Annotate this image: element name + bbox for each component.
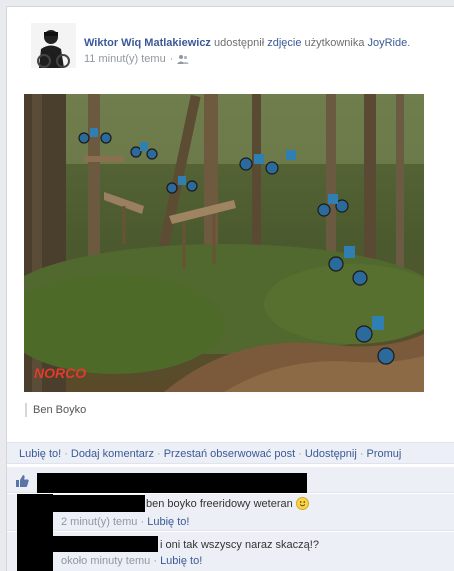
like-link[interactable]: Lubię to! xyxy=(19,448,61,460)
comment-item: ben boyko freeridowy weteran 2 minut(y) … xyxy=(7,494,454,534)
action-separator: · xyxy=(64,448,68,460)
meta-separator: · xyxy=(169,53,174,65)
add-comment-link[interactable]: Dodaj komentarz xyxy=(71,448,154,460)
story-meta: 11 minut(y) temu · xyxy=(84,53,190,65)
photo-caption: Ben Boyko xyxy=(33,404,87,416)
comment-like-link[interactable]: Lubię to! xyxy=(160,555,202,567)
header-period: . xyxy=(407,37,411,49)
comment-text: ben boyko freeridowy weteran xyxy=(146,498,293,510)
author-name-link[interactable]: Wiktor Wiq Matlakiewicz xyxy=(84,37,211,49)
redacted-commenter-avatar xyxy=(17,532,53,571)
friends-audience-icon[interactable] xyxy=(177,54,190,64)
comment-meta-separator: · xyxy=(153,555,157,567)
shared-text: udostępnił xyxy=(214,37,265,49)
likes-summary xyxy=(7,467,454,493)
redacted-likers xyxy=(37,473,307,493)
comment-meta-separator: · xyxy=(140,516,145,528)
action-separator: · xyxy=(157,448,161,460)
redacted-commenter-name xyxy=(53,495,145,512)
shared-photo[interactable]: NORCO xyxy=(24,94,424,392)
thumbs-up-icon xyxy=(16,474,29,487)
share-link[interactable]: Udostępnij xyxy=(305,448,357,460)
promote-link[interactable]: Promuj xyxy=(366,448,401,460)
action-separator: · xyxy=(359,448,364,460)
feed-story: Wiktor Wiq Matlakiewicz udostępnił zdjęc… xyxy=(6,6,454,571)
comment-body: ben boyko freeridowy weteran xyxy=(146,497,309,510)
source-page-link[interactable]: JoyRide xyxy=(367,37,407,49)
smiley-icon xyxy=(295,497,309,510)
comment-meta: około minuty temu · Lubię to! xyxy=(61,555,202,567)
caption-bar xyxy=(25,403,27,417)
author-avatar[interactable] xyxy=(31,23,76,68)
redacted-commenter-name xyxy=(53,536,158,552)
comment-item: i oni tak wszyscy naraz skaczą!? około m… xyxy=(7,532,454,571)
redacted-commenter-avatar xyxy=(17,494,53,534)
unfollow-post-link[interactable]: Przestań obserwować post xyxy=(164,448,295,460)
comment-text: i oni tak wszyscy naraz skaczą!? xyxy=(160,539,319,551)
comment-like-link[interactable]: Lubię to! xyxy=(147,516,189,528)
author-photo xyxy=(31,23,76,68)
of-user-text: użytkownika xyxy=(304,37,365,49)
story-actions: Lubię to! · Dodaj komentarz · Przestań obser… xyxy=(7,442,454,464)
comment-timestamp[interactable]: około minuty temu xyxy=(61,555,150,567)
action-separator: · xyxy=(298,448,302,460)
photo-forest-jump-sequence: NORCO xyxy=(24,94,424,392)
photo-link[interactable]: zdjęcie xyxy=(267,37,301,49)
comment-timestamp[interactable]: 2 minut(y) temu xyxy=(61,516,137,528)
comment-meta: 2 minut(y) temu · Lubię to! xyxy=(61,516,189,528)
post-timestamp[interactable]: 11 minut(y) temu xyxy=(84,53,166,65)
photo-watermark: NORCO xyxy=(34,365,86,381)
story-header: Wiktor Wiq Matlakiewicz udostępnił zdjęc… xyxy=(84,37,410,49)
